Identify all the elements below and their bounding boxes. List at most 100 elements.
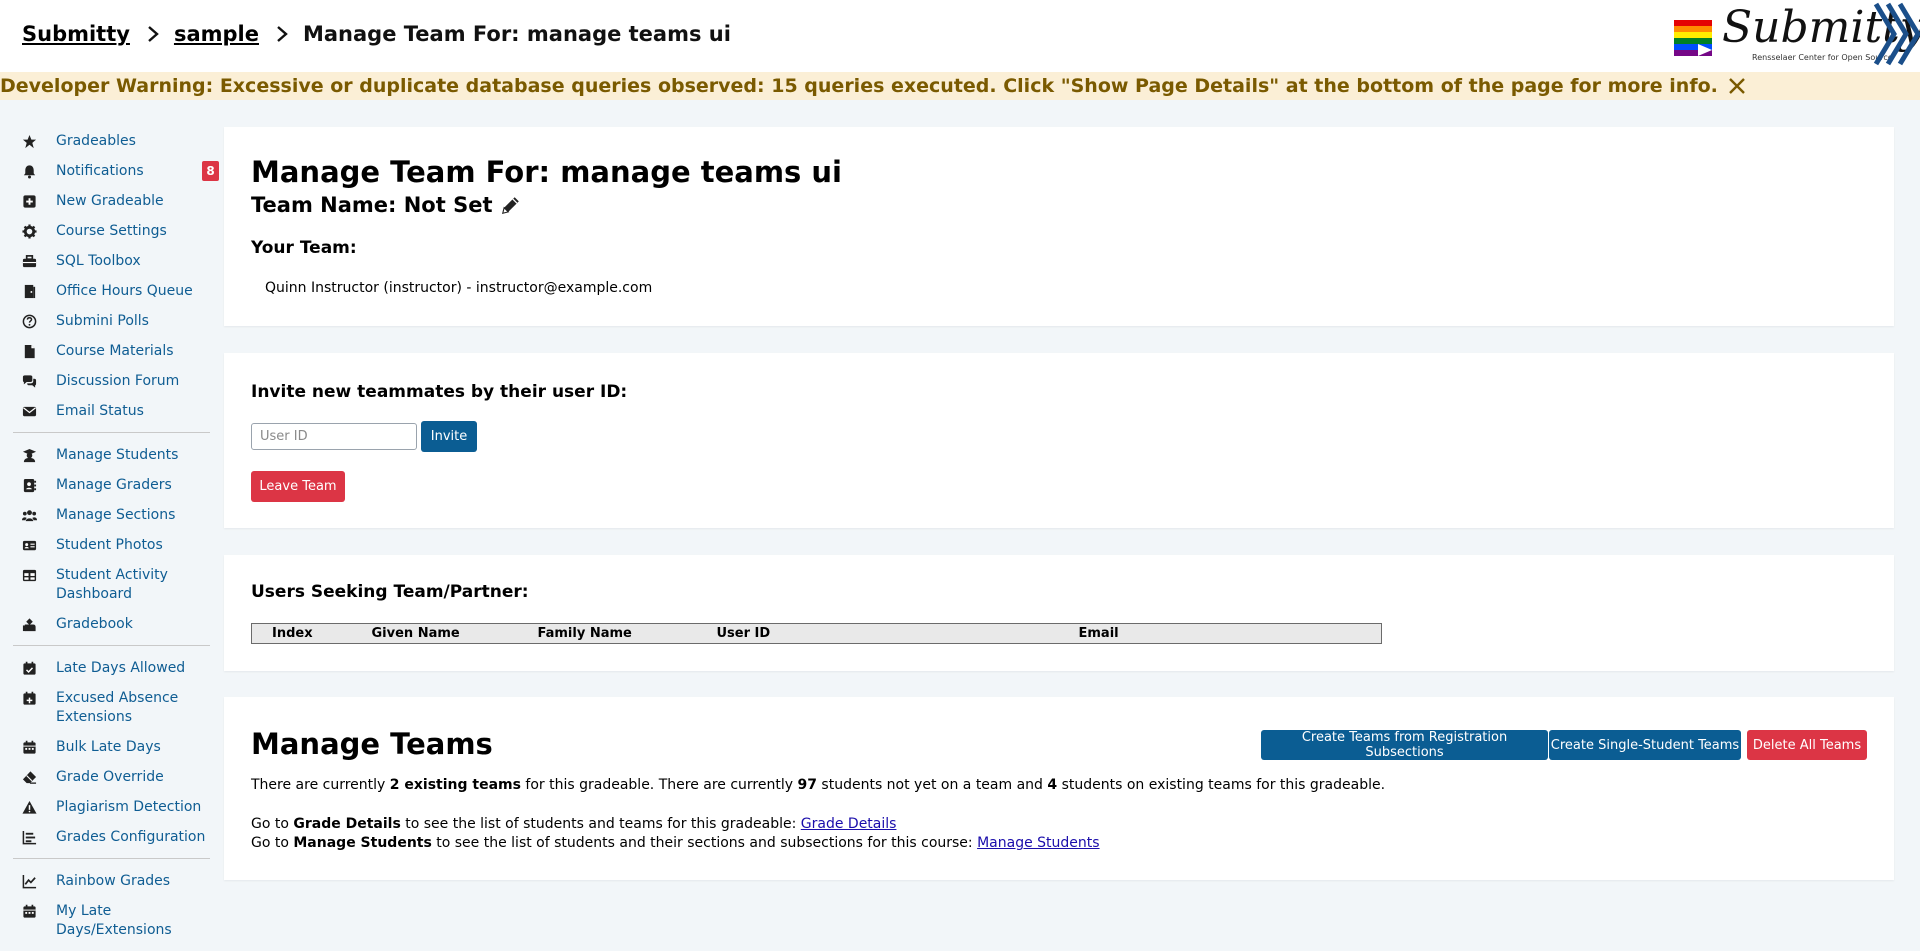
chevron-right-icon — [277, 26, 288, 42]
comments-icon — [19, 372, 39, 390]
invite-button[interactable]: Invite — [421, 421, 477, 452]
sidebar-item-label: Email Status — [56, 403, 144, 419]
students-not-on-team-count: 97 — [797, 777, 817, 793]
sidebar-item-rainbow-grades[interactable]: Rainbow Grades — [13, 866, 210, 896]
close-icon[interactable] — [1728, 77, 1746, 95]
sidebar-item-late-days-allowed[interactable]: Late Days Allowed — [13, 653, 210, 683]
line-text-part: to see the list of students and their se… — [431, 835, 978, 851]
pencil-icon[interactable] — [500, 194, 522, 216]
sidebar-item-label: Rainbow Grades — [56, 873, 171, 889]
manage-students-link[interactable]: Manage Students — [977, 835, 1099, 851]
create-teams-from-registration-button[interactable]: Create Teams from Registration Subsectio… — [1261, 730, 1548, 760]
developer-warning-text: Developer Warning: Excessive or duplicat… — [0, 75, 1718, 97]
grade-details-link[interactable]: Grade Details — [801, 816, 897, 832]
sidebar-item-label: Grade Override — [56, 769, 164, 785]
column-header-email: Email — [1078, 626, 1119, 641]
sidebar-item-gradeables[interactable]: Gradeables — [13, 126, 210, 156]
plus-square-icon — [19, 192, 39, 210]
grade-details-line: Go to Grade Details to see the list of s… — [251, 816, 896, 832]
manage-students-bold: Manage Students — [293, 835, 432, 851]
sidebar-item-excused-absence-extensions[interactable]: Excused Absence Extensions — [13, 683, 210, 732]
sidebar-item-email-status[interactable]: Email Status — [13, 396, 210, 426]
sidebar-item-label: Manage Graders — [56, 477, 172, 493]
summary-text-part: for this gradeable. There are currently — [520, 777, 798, 793]
sidebar-item-plagiarism-detection[interactable]: Plagiarism Detection — [13, 792, 210, 822]
sidebar-item-manage-graders[interactable]: Manage Graders — [13, 470, 210, 500]
sidebar-item-discussion-forum[interactable]: Discussion Forum — [13, 366, 210, 396]
manage-teams-title: Manage Teams — [251, 727, 493, 761]
header: Submitty sample Manage Team For: manage … — [0, 0, 1920, 72]
sidebar-item-sql-toolbox[interactable]: SQL Toolbox — [13, 246, 210, 276]
breadcrumb-submitty-link[interactable]: Submitty — [22, 22, 130, 46]
sidebar-item-student-photos[interactable]: Student Photos — [13, 530, 210, 560]
sidebar-item-manage-sections[interactable]: Manage Sections — [13, 500, 210, 530]
summary-text-part: students not yet on a team and — [816, 777, 1048, 793]
create-single-student-teams-button[interactable]: Create Single-Student Teams — [1549, 730, 1741, 760]
submitty-logo[interactable]: Submitty Rensselaer Center for Open Sour… — [1668, 0, 1920, 72]
team-panel: Manage Team For: manage teams ui Team Na… — [224, 127, 1894, 326]
leave-team-button[interactable]: Leave Team — [251, 471, 345, 502]
sidebar-item-label: Course Settings — [56, 223, 167, 239]
sidebar-item-office-hours-queue[interactable]: Office Hours Queue — [13, 276, 210, 306]
user-graduate-icon — [19, 446, 39, 464]
toolbox-icon — [19, 252, 39, 270]
user-id-input[interactable] — [251, 423, 417, 450]
rainbow-seal-icon — [1673, 17, 1715, 59]
sidebar-item-course-settings[interactable]: Course Settings — [13, 216, 210, 246]
summary-text-part: students on existing teams for this grad… — [1057, 777, 1386, 793]
bell-icon — [19, 162, 39, 180]
sidebar-item-label: Gradebook — [56, 616, 133, 632]
sidebar-item-label: SQL Toolbox — [56, 253, 141, 269]
breadcrumb-current: Manage Team For: manage teams ui — [302, 22, 731, 46]
line-text-part: to see the list of students and teams fo… — [400, 816, 801, 832]
sidebar-item-label: Manage Sections — [56, 507, 176, 523]
sidebar-item-manage-students[interactable]: Manage Students — [13, 440, 210, 470]
sidebar-item-grades-configuration[interactable]: Grades Configuration — [13, 822, 210, 852]
sidebar-item-course-materials[interactable]: Course Materials — [13, 336, 210, 366]
your-team-label: Your Team: — [251, 238, 357, 258]
breadcrumb-course-link[interactable]: sample — [174, 22, 259, 46]
sidebar-item-label: Course Materials — [56, 343, 174, 359]
delete-all-teams-button[interactable]: Delete All Teams — [1747, 730, 1867, 760]
developer-warning-banner: Developer Warning: Excessive or duplicat… — [0, 72, 1920, 100]
sidebar-divider — [13, 645, 210, 646]
sidebar-item-bulk-late-days[interactable]: Bulk Late Days — [13, 732, 210, 762]
sidebar-item-label: Manage Students — [56, 447, 179, 463]
sidebar-item-gradebook[interactable]: Gradebook — [13, 609, 210, 639]
envelope-icon — [19, 402, 39, 420]
eraser-icon — [19, 768, 39, 786]
breadcrumb: Submitty sample Manage Team For: manage … — [22, 22, 731, 46]
team-member: Quinn Instructor (instructor) - instruct… — [265, 280, 653, 296]
column-header-family-name: Family Name — [537, 626, 632, 641]
calendar-plus-icon — [19, 689, 39, 707]
sidebar-divider — [13, 432, 210, 433]
sidebar-item-grade-override[interactable]: Grade Override — [13, 762, 210, 792]
line-chart-icon — [19, 872, 39, 890]
hand-icon — [19, 615, 39, 633]
users-icon — [19, 506, 39, 524]
sidebar-item-label: Notifications — [56, 163, 144, 179]
sidebar-item-new-gradeable[interactable]: New Gradeable — [13, 186, 210, 216]
sidebar-item-label: Bulk Late Days — [56, 739, 161, 755]
invite-panel: Invite new teammates by their user ID: I… — [224, 353, 1894, 528]
seeking-panel: Users Seeking Team/Partner: Index Given … — [224, 555, 1894, 671]
table-icon — [19, 566, 39, 584]
sidebar-item-label: My Late Days/Extensions — [56, 903, 172, 938]
sidebar: Gradeables Notifications 8 New Gradeable Cou… — [13, 126, 219, 951]
team-summary-text: There are currently 2 existing teams for… — [251, 777, 1385, 793]
sidebar-item-submini-polls[interactable]: Submini Polls — [13, 306, 210, 336]
line-text-part: Go to — [251, 816, 294, 832]
svg-text:Rensselaer Center for Open Sou: Rensselaer Center for Open Source — [1752, 53, 1893, 62]
table-header-row: Index Given Name Family Name User ID Ema… — [252, 624, 1382, 644]
existing-teams-count: 2 existing teams — [389, 777, 521, 793]
gear-icon — [19, 222, 39, 240]
sidebar-item-label: Gradeables — [56, 133, 136, 149]
notification-count-badge: 8 — [202, 161, 219, 181]
sidebar-item-my-late-days-extensions[interactable]: My Late Days/Extensions — [13, 896, 210, 945]
page-title: Manage Team For: manage teams ui — [251, 155, 842, 189]
sidebar-item-student-activity-dashboard[interactable]: Student Activity Dashboard — [13, 560, 210, 609]
team-name-row: Team Name: Not Set — [251, 193, 522, 217]
seeking-table: Index Given Name Family Name User ID Ema… — [251, 623, 1382, 644]
sidebar-item-label: Office Hours Queue — [56, 283, 193, 299]
sidebar-item-notifications[interactable]: Notifications 8 — [13, 156, 219, 186]
